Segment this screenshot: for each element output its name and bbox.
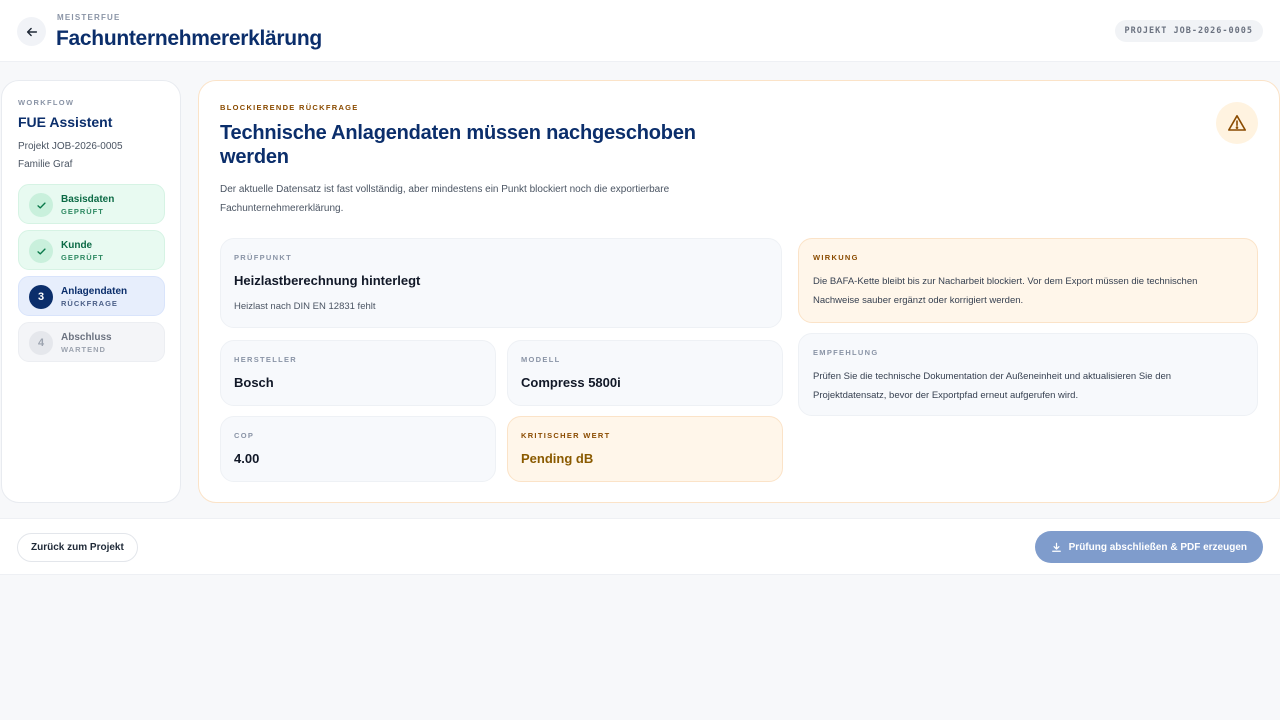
warning-badge [1216,102,1258,144]
empfehlung-text: Prüfen Sie die technische Dokumentation … [813,371,1172,401]
step-status: RÜCKFRAGE [61,299,118,308]
step-status: GEPRÜFT [61,207,104,216]
modell-value: Compress 5800i [521,375,621,390]
step-label: Basisdaten [61,194,115,205]
step-label: Abschluss [61,332,112,343]
modell-tile: MODELL Compress 5800i [507,340,783,406]
sidebar-customer: Familie Graf [18,159,73,170]
project-badge: PROJEKT JOB-2026-0005 [1114,20,1263,42]
modell-label: MODELL [521,355,561,364]
header-eyebrow: MEISTERFUE [57,13,121,22]
download-icon [1051,542,1061,552]
pruefpunkt-value: Heizlastberechnung hinterlegt [234,273,421,288]
main-title: Technische Anlagendaten müssen nachgesch… [220,122,696,168]
step-number: 4 [29,331,53,355]
wirkung-card: WIRKUNG Die BAFA-Kette bleibt bis zur Na… [798,238,1258,323]
step-label: Kunde [61,240,93,251]
app-header: MEISTERFUE Fachunternehmererklärung PROJ… [0,0,1280,62]
step-anlagendaten[interactable]: 3 Anlagendaten RÜCKFRAGE [18,276,165,316]
step-label: Anlagendaten [61,286,128,297]
step-status-circle [29,239,53,263]
finish-and-generate-pdf-button[interactable]: Prüfung abschließen & PDF erzeugen [1034,531,1263,563]
sidebar-project: Projekt JOB-2026-0005 [18,141,123,152]
blocking-query-card: BLOCKIERENDE RÜCKFRAGE Technische Anlage… [198,80,1280,503]
warning-triangle-icon [1228,115,1246,131]
back-button[interactable] [17,17,46,46]
cop-label: COP [234,431,255,440]
action-footer: Zurück zum Projekt Prüfung abschließen &… [0,518,1280,575]
page-title: Fachunternehmererklärung [56,27,322,50]
arrow-left-icon [26,27,37,36]
main-description: Der aktuelle Datensatz ist fast vollstän… [220,184,670,214]
check-icon [36,247,46,255]
primary-button-label: Prüfung abschließen & PDF erzeugen [1068,541,1247,553]
cop-tile: COP 4.00 [220,416,496,482]
main-eyebrow: BLOCKIERENDE RÜCKFRAGE [220,103,359,112]
pruefpunkt-note: Heizlast nach DIN EN 12831 fehlt [234,301,376,312]
kritischer-wert-tile: KRITISCHER WERT Pending dB [507,416,783,482]
wirkung-label: WIRKUNG [813,253,859,262]
pruefpunkt-label: PRÜFPUNKT [234,253,292,262]
check-icon [36,201,46,209]
sidebar-title: FUE Assistent [18,114,113,130]
step-basisdaten[interactable]: Basisdaten GEPRÜFT [18,184,165,224]
hersteller-label: HERSTELLER [234,355,298,364]
empfehlung-card: EMPFEHLUNG Prüfen Sie die technische Dok… [798,333,1258,416]
step-status: GEPRÜFT [61,253,104,262]
empfehlung-label: EMPFEHLUNG [813,348,879,357]
pruefpunkt-tile: PRÜFPUNKT Heizlastberechnung hinterlegt … [220,238,782,328]
step-status: WARTEND [61,345,106,354]
kritischer-wert-label: KRITISCHER WERT [521,431,611,440]
hersteller-tile: HERSTELLER Bosch [220,340,496,406]
cop-value: 4.00 [234,451,260,466]
back-to-project-button[interactable]: Zurück zum Projekt [17,533,138,562]
sidebar-eyebrow: WORKFLOW [18,98,75,107]
hersteller-value: Bosch [234,375,274,390]
step-status-circle [29,193,53,217]
workflow-sidebar: WORKFLOW FUE Assistent Projekt JOB-2026-… [1,80,181,503]
kritischer-wert-value: Pending dB [521,451,594,466]
step-number: 3 [29,285,53,309]
step-kunde[interactable]: Kunde GEPRÜFT [18,230,165,270]
wirkung-text: Die BAFA-Kette bleibt bis zur Nacharbeit… [813,276,1198,306]
step-abschluss[interactable]: 4 Abschluss WARTEND [18,322,165,362]
